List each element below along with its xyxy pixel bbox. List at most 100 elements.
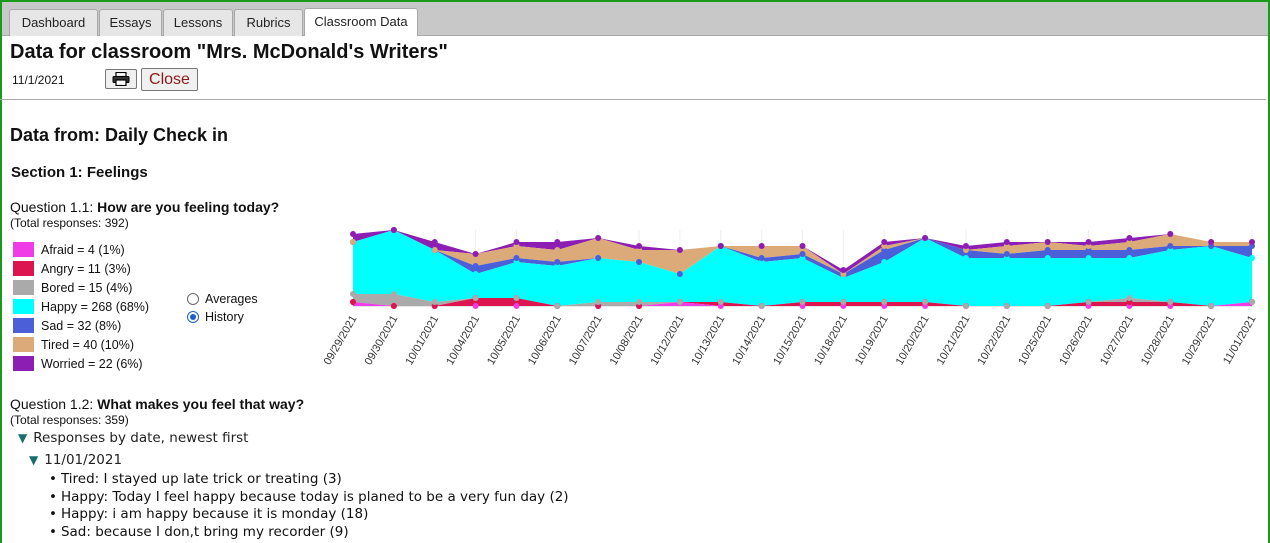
radio-button[interactable] — [187, 293, 199, 305]
point-worried[interactable] — [431, 239, 438, 245]
point-bored[interactable] — [676, 299, 683, 305]
point-bored[interactable] — [1126, 295, 1133, 301]
point-bored[interactable] — [554, 303, 561, 309]
point-bored[interactable] — [350, 291, 356, 297]
point-afraid[interactable] — [472, 303, 479, 309]
legend-label: Angry = 11 (3%) — [41, 261, 131, 276]
point-afraid[interactable] — [513, 303, 520, 309]
point-worried[interactable] — [513, 239, 520, 245]
point-sad[interactable] — [554, 259, 561, 265]
point-worried[interactable] — [799, 243, 806, 249]
tab-rubrics[interactable]: Rubrics — [234, 9, 303, 36]
point-bored[interactable] — [513, 295, 520, 301]
x-tick-label: 10/14/2021 — [730, 314, 768, 368]
point-sad[interactable] — [758, 255, 765, 261]
x-tick-label: 10/26/2021 — [1057, 314, 1095, 368]
point-bored[interactable] — [922, 299, 929, 305]
point-sad[interactable] — [799, 251, 806, 257]
point-worried[interactable] — [472, 251, 479, 257]
radio-button-selected[interactable] — [187, 311, 199, 323]
x-tick-label: 10/08/2021 — [608, 314, 646, 368]
point-happy[interactable] — [1126, 255, 1133, 261]
point-sad[interactable] — [636, 259, 643, 265]
point-worried[interactable] — [717, 243, 724, 249]
print-button[interactable] — [105, 69, 137, 89]
point-sad[interactable] — [472, 263, 479, 269]
view-toggle: Averages History — [187, 290, 258, 326]
point-worried[interactable] — [554, 239, 561, 245]
point-worried[interactable] — [390, 227, 397, 233]
point-sad[interactable] — [1003, 251, 1010, 257]
point-sad[interactable] — [1126, 247, 1133, 253]
point-worried[interactable] — [962, 243, 969, 249]
point-worried[interactable] — [636, 243, 643, 249]
legend-label: Sad = 32 (8%) — [41, 318, 122, 333]
point-bored[interactable] — [1003, 303, 1010, 309]
x-tick-label: 10/22/2021 — [975, 314, 1013, 368]
point-bored[interactable] — [1249, 299, 1255, 305]
point-angry[interactable] — [390, 303, 397, 309]
point-sad[interactable] — [595, 255, 602, 261]
point-worried[interactable] — [1085, 239, 1092, 245]
responses-toggle[interactable]: ▼ Responses by date, newest first — [18, 430, 248, 446]
point-bored[interactable] — [799, 299, 806, 305]
point-worried[interactable] — [1003, 239, 1010, 245]
point-happy[interactable] — [881, 259, 888, 265]
point-bored[interactable] — [1044, 303, 1051, 309]
point-worried[interactable] — [350, 231, 356, 237]
point-angry[interactable] — [350, 299, 356, 305]
point-sad[interactable] — [676, 271, 683, 277]
point-worried[interactable] — [1126, 235, 1133, 241]
point-tired[interactable] — [554, 247, 561, 253]
point-bored[interactable] — [1085, 299, 1092, 305]
divider — [0, 99, 1266, 100]
point-sad[interactable] — [1044, 247, 1051, 253]
point-bored[interactable] — [881, 299, 888, 305]
date-group-toggle[interactable]: ▼ 11/01/2021 — [29, 452, 122, 468]
point-worried[interactable] — [1208, 239, 1215, 245]
tab-lessons[interactable]: Lessons — [163, 9, 233, 36]
point-happy[interactable] — [472, 271, 479, 277]
point-bored[interactable] — [390, 291, 397, 297]
x-tick-label: 09/29/2021 — [322, 314, 360, 368]
response-date: 11/01/2021 — [44, 452, 123, 468]
point-worried[interactable] — [1249, 239, 1255, 245]
point-sad[interactable] — [1167, 243, 1174, 249]
point-bored[interactable] — [595, 299, 602, 305]
question-1-2-text: What makes you feel that way? — [97, 396, 305, 412]
point-worried[interactable] — [595, 235, 602, 241]
point-tired[interactable] — [350, 239, 356, 245]
close-button[interactable]: Close — [141, 68, 198, 91]
bullet-icon: • — [49, 506, 57, 522]
question-1-1-text: How are you feeling today? — [97, 199, 280, 215]
point-bored[interactable] — [1208, 303, 1215, 309]
point-worried[interactable] — [881, 239, 888, 245]
point-bored[interactable] — [1167, 299, 1174, 305]
point-worried[interactable] — [1044, 239, 1051, 245]
point-worried[interactable] — [676, 247, 683, 253]
point-bored[interactable] — [431, 299, 438, 305]
point-happy[interactable] — [1085, 255, 1092, 261]
tab-dashboard[interactable]: Dashboard — [9, 9, 98, 36]
point-happy[interactable] — [1044, 255, 1051, 261]
point-bored[interactable] — [758, 303, 765, 309]
point-worried[interactable] — [922, 235, 929, 241]
point-bored[interactable] — [472, 295, 479, 301]
list-item-text: Sad: because I don,t bring my recorder (… — [60, 523, 349, 540]
point-worried[interactable] — [758, 243, 765, 249]
point-happy[interactable] — [1249, 255, 1255, 261]
history-radio[interactable]: History — [187, 308, 258, 326]
point-bored[interactable] — [840, 299, 847, 305]
tab-essays[interactable]: Essays — [99, 9, 162, 36]
point-tired[interactable] — [431, 247, 438, 253]
point-worried[interactable] — [840, 267, 847, 273]
point-bored[interactable] — [636, 299, 643, 305]
point-bored[interactable] — [962, 303, 969, 309]
point-bored[interactable] — [717, 299, 724, 305]
point-sad[interactable] — [513, 255, 520, 261]
x-tick-label: 10/21/2021 — [935, 314, 973, 368]
point-happy[interactable] — [962, 255, 969, 261]
point-worried[interactable] — [1167, 231, 1174, 237]
averages-radio[interactable]: Averages — [187, 290, 258, 308]
tab-classroom-data[interactable]: Classroom Data — [304, 8, 418, 36]
